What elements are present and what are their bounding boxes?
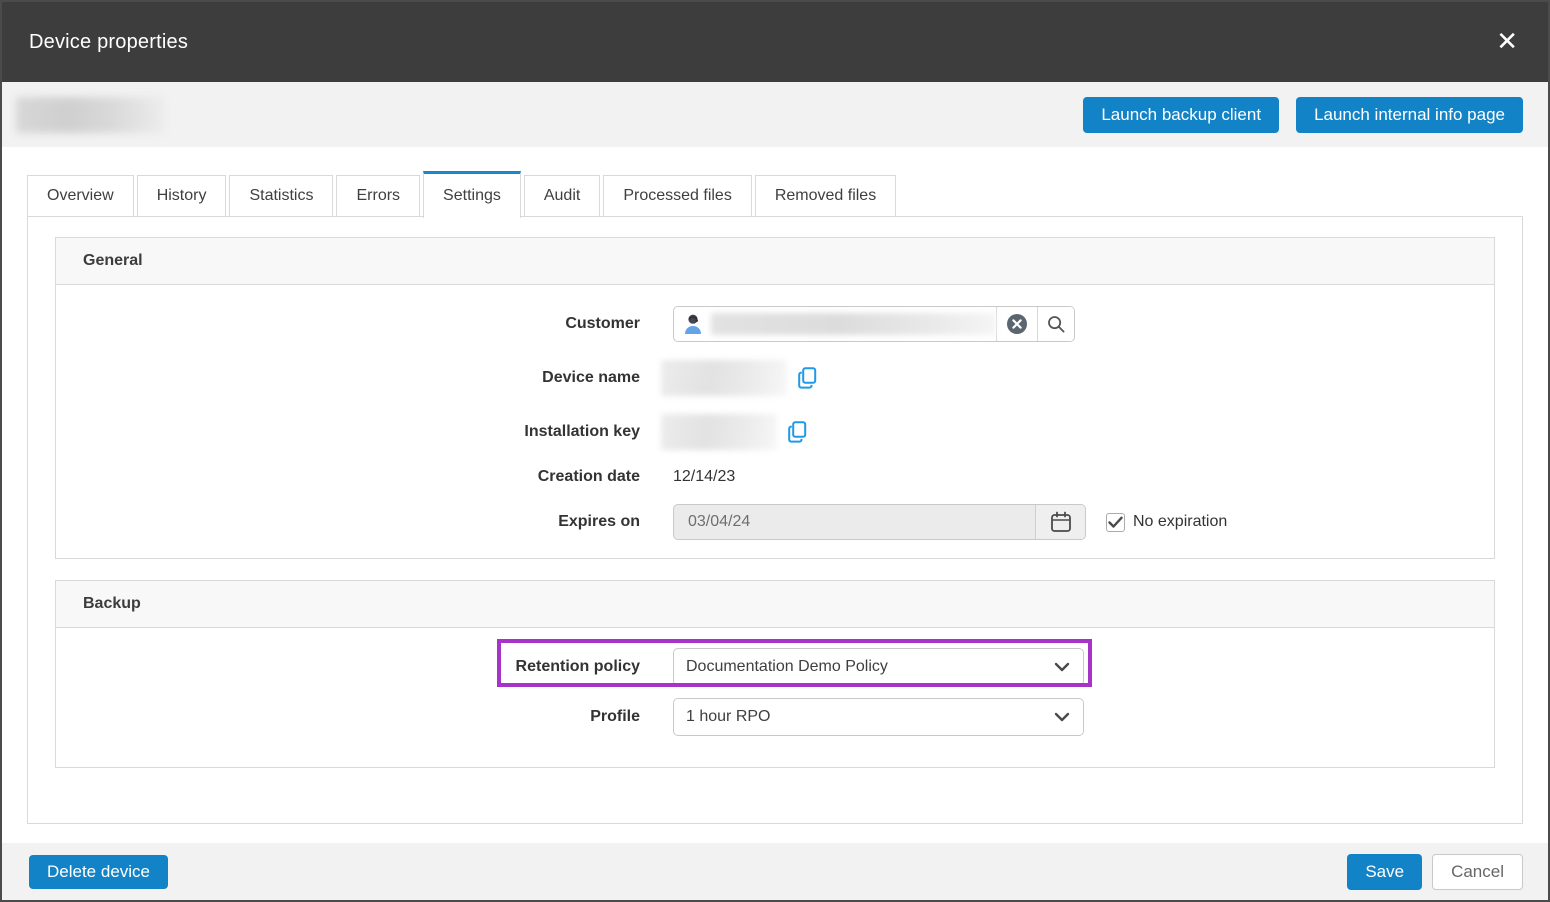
device-header-bar: Launch backup client Launch internal inf… [2,82,1548,147]
dialog-content: Overview History Statistics Errors Setti… [2,147,1548,843]
tab-removed-files[interactable]: Removed files [755,175,896,217]
launch-internal-info-button[interactable]: Launch internal info page [1296,97,1523,133]
expires-on-row: Expires on 03/04/24 [56,504,1494,540]
redacted-device-name [661,360,787,396]
tab-settings[interactable]: Settings [423,171,521,218]
device-properties-dialog: Device properties ✕ Launch backup client… [0,0,1550,902]
copy-icon [798,367,817,389]
clear-icon [1005,312,1029,336]
expires-on-label: Expires on [56,513,640,531]
tab-history[interactable]: History [137,175,227,217]
installation-key-label: Installation key [56,423,640,441]
backup-section: Backup Retention policy Documentation De… [55,580,1495,768]
calendar-picker-button[interactable] [1035,505,1085,539]
redacted-device-title [16,97,164,133]
redacted-installation-key [661,414,777,450]
no-expiration-checkbox[interactable]: No expiration [1106,513,1227,532]
tab-overview[interactable]: Overview [27,175,134,217]
copy-device-name-button[interactable] [798,367,817,389]
dialog-footer: Delete device Save Cancel [2,843,1548,900]
profile-value: 1 hour RPO [686,708,770,726]
retention-policy-label: Retention policy [56,658,640,676]
redacted-customer-name [711,313,996,335]
customer-input[interactable] [673,306,1075,342]
settings-tab-panel: General Customer [27,216,1523,824]
device-name-label: Device name [56,369,640,387]
installation-key-row: Installation key [56,414,1494,450]
customer-label: Customer [56,315,640,333]
tab-errors[interactable]: Errors [336,175,420,217]
clear-customer-button[interactable] [996,307,1037,341]
dialog-title: Device properties [29,31,188,54]
retention-policy-value: Documentation Demo Policy [686,658,888,676]
dialog-titlebar: Device properties ✕ [2,2,1548,82]
profile-row: Profile 1 hour RPO [56,698,1494,736]
copy-installation-key-button[interactable] [788,421,807,443]
checkbox-box[interactable] [1106,513,1125,532]
chevron-down-icon [1054,712,1070,722]
retention-policy-row: Retention policy Documentation Demo Poli… [56,648,1494,686]
customer-input-main[interactable] [674,307,996,341]
expires-on-input[interactable]: 03/04/24 [673,504,1086,540]
tab-strip: Overview History Statistics Errors Setti… [27,171,1523,217]
general-section: General Customer [55,237,1495,559]
checkmark-icon [1108,516,1123,529]
expires-on-value: 03/04/24 [674,505,1035,539]
search-customer-button[interactable] [1037,307,1074,341]
retention-policy-select[interactable]: Documentation Demo Policy [673,648,1084,686]
creation-date-value: 12/14/23 [673,468,735,486]
general-section-body: Customer [56,285,1494,558]
creation-date-row: Creation date 12/14/23 [56,468,1494,486]
backup-section-title: Backup [56,581,1494,628]
launch-backup-client-button[interactable]: Launch backup client [1083,97,1279,133]
backup-section-body: Retention policy Documentation Demo Poli… [56,628,1494,767]
device-name-row: Device name [56,360,1494,396]
delete-device-button[interactable]: Delete device [29,855,168,889]
tab-statistics[interactable]: Statistics [229,175,333,217]
tab-audit[interactable]: Audit [524,175,600,217]
profile-label: Profile [56,708,640,726]
customer-row: Customer [56,306,1494,342]
footer-actions: Save Cancel [1347,854,1523,890]
copy-icon [788,421,807,443]
cancel-button[interactable]: Cancel [1432,854,1523,890]
search-icon [1046,314,1066,334]
profile-select[interactable]: 1 hour RPO [673,698,1084,736]
no-expiration-label: No expiration [1133,513,1227,531]
general-section-title: General [56,238,1494,285]
tab-processed-files[interactable]: Processed files [603,175,752,217]
save-button[interactable]: Save [1347,854,1422,890]
close-icon[interactable]: ✕ [1492,27,1522,57]
customer-avatar-icon [683,313,703,335]
header-actions: Launch backup client Launch internal inf… [1083,97,1523,133]
creation-date-label: Creation date [56,468,640,486]
chevron-down-icon [1054,662,1070,672]
calendar-icon [1050,511,1072,533]
